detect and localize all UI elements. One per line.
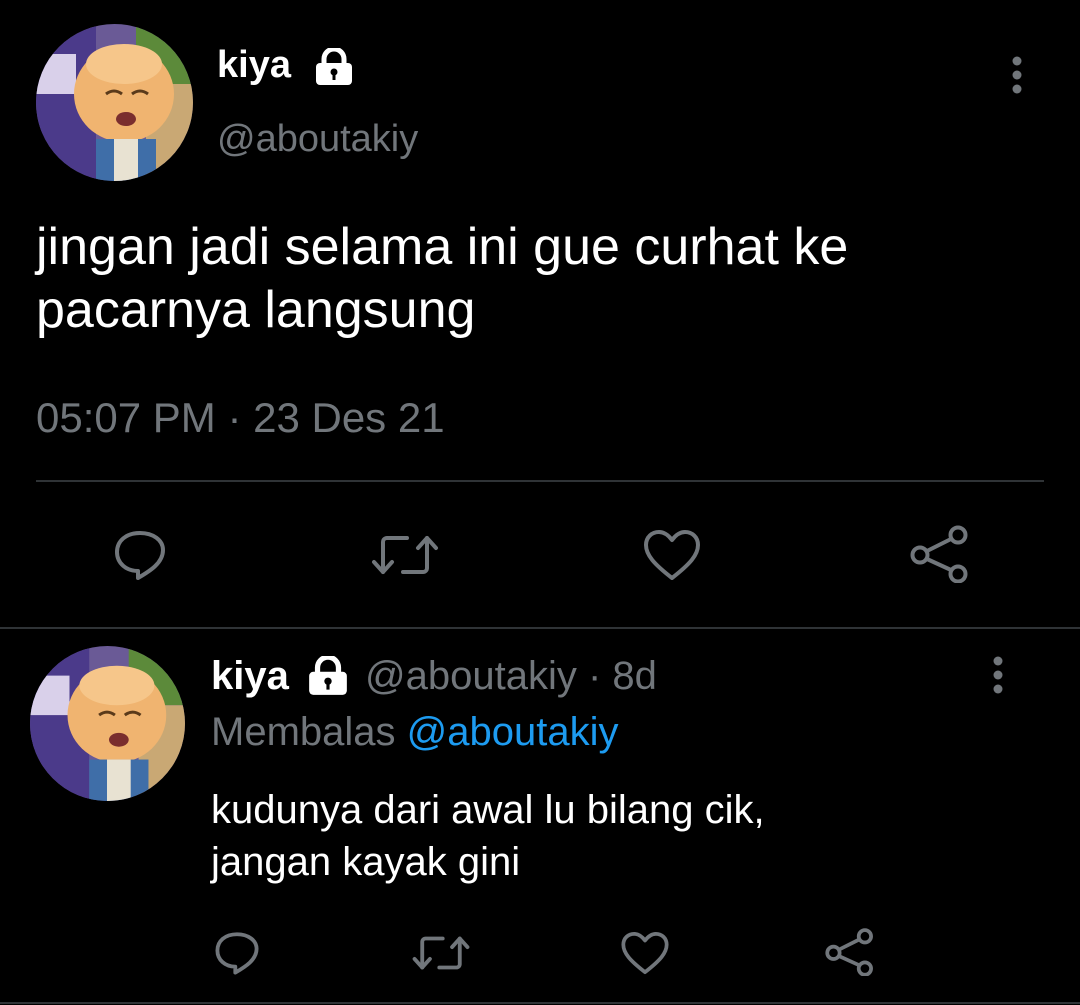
reply-icon [115,531,165,580]
timestamp[interactable]: 05:07 PM · 23 Des 21 [36,394,445,442]
display-name[interactable]: kiya [211,654,289,699]
tweet-text-line: jangan kayak gini [211,840,521,884]
divider [36,480,1044,482]
reply-button[interactable] [112,528,168,582]
lock-icon [313,48,355,86]
tweet-age[interactable]: · 8d [588,654,657,698]
more-vertical-icon[interactable] [983,656,1013,696]
tweet-text: jingan jadi selama ini gue curhat ke pac… [36,216,1046,343]
bottom-divider [0,1002,1080,1004]
heart-icon [644,530,700,580]
retweet-button[interactable] [371,532,439,578]
more-vertical-icon[interactable] [1002,56,1032,96]
tweet-text: kudunya dari awal lu bilang cik, jangan … [211,784,1051,888]
share-button[interactable] [910,525,970,583]
share-icon [825,928,873,976]
replying-label: Membalas [211,710,396,754]
tweet-text-line: jingan jadi selama ini gue curhat ke [36,218,849,276]
share-icon [910,525,968,583]
reply-icon [215,932,259,975]
replying-to-link[interactable]: @aboutakiy [407,710,619,754]
lock-icon [306,656,350,696]
replying-to: Membalas @aboutakiy [211,710,618,755]
tweet-text-line: kudunya dari awal lu bilang cik, [211,788,765,832]
reply-button[interactable] [213,930,261,976]
avatar[interactable] [30,646,185,801]
retweet-button[interactable] [412,933,470,973]
like-button[interactable] [620,930,670,976]
heart-icon [621,931,669,975]
section-divider [0,627,1080,629]
display-name[interactable]: kiya [217,44,291,87]
tweet-text-line: pacarnya langsung [36,281,476,340]
retweet-icon [412,936,470,970]
like-button[interactable] [642,528,702,582]
handle[interactable]: @aboutakiy [217,118,418,161]
handle[interactable]: @aboutakiy [365,654,577,698]
handle-and-age: @aboutakiy · 8d [365,654,657,699]
retweet-icon [372,536,438,574]
avatar[interactable] [36,24,193,181]
share-button[interactable] [825,928,875,976]
